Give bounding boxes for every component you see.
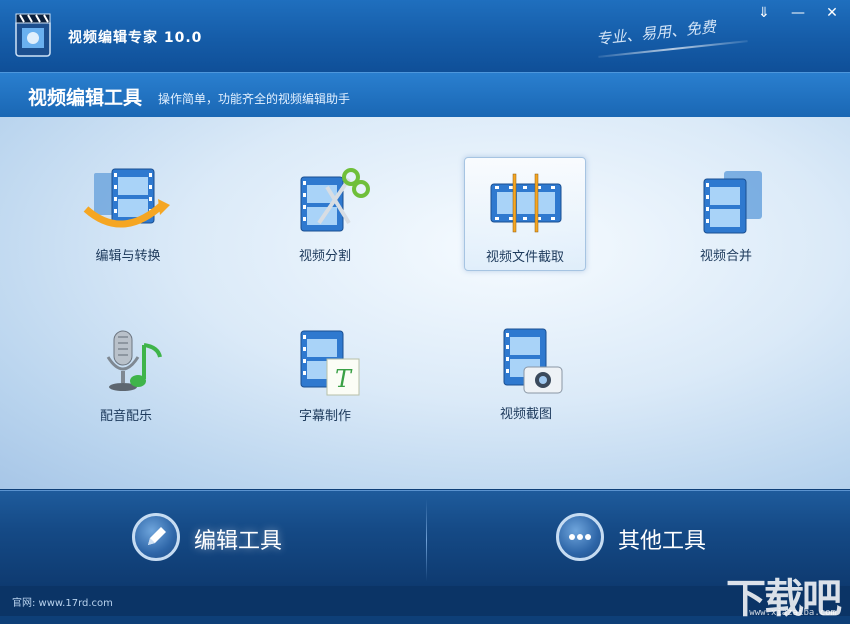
title-bar: 视频编辑专家 10.0 专业、易用、免费 ⇓ — ✕ bbox=[0, 0, 850, 72]
minimize-icon: — bbox=[791, 5, 805, 21]
website-link[interactable]: 官网: www.17rd.com bbox=[12, 594, 113, 609]
tool-label: 视频截图 bbox=[499, 407, 552, 422]
pencil-icon bbox=[132, 513, 180, 561]
tools-panel: 编辑与转换 视频分割 视频文件截取 视频合并 配音配乐 T 字幕制作 视频截图 bbox=[0, 117, 850, 489]
tool-dub-music[interactable]: 配音配乐 bbox=[66, 319, 186, 431]
edit-tools-tab[interactable]: 编辑工具 bbox=[132, 513, 302, 567]
minimize-button[interactable]: — bbox=[788, 4, 808, 22]
other-tools-tab[interactable]: 其他工具 bbox=[556, 513, 726, 567]
more-dots-icon bbox=[556, 513, 604, 561]
tool-label: 字幕制作 bbox=[298, 409, 351, 424]
tool-merge[interactable]: 视频合并 bbox=[666, 159, 786, 271]
section-description: 操作简单，功能齐全的视频编辑助手 bbox=[158, 92, 351, 106]
film-scissors-icon bbox=[300, 168, 370, 232]
film-convert-icon bbox=[83, 168, 170, 228]
other-tools-label: 其他工具 bbox=[618, 529, 707, 554]
app-logo-icon bbox=[15, 13, 51, 57]
tool-label: 视频分割 bbox=[298, 249, 351, 264]
watermark-url: www.xiazaiba.com bbox=[749, 608, 836, 618]
film-merge-icon bbox=[703, 171, 762, 234]
section-header: 视频编辑工具 操作简单，功能齐全的视频编辑助手 bbox=[0, 72, 850, 118]
film-trim-icon bbox=[490, 173, 562, 233]
dropdown-arrow-icon: ⇓ bbox=[758, 5, 770, 21]
tool-label: 视频合并 bbox=[699, 249, 752, 264]
tool-label: 视频文件截取 bbox=[485, 250, 564, 265]
section-title: 视频编辑工具 bbox=[28, 87, 143, 109]
close-button[interactable]: ✕ bbox=[822, 4, 842, 22]
bottom-divider bbox=[426, 499, 427, 581]
tool-subtitle[interactable]: T 字幕制作 bbox=[265, 319, 385, 431]
microphone-music-icon bbox=[106, 330, 162, 391]
tool-split[interactable]: 视频分割 bbox=[265, 159, 385, 271]
tool-screenshot[interactable]: 视频截图 bbox=[466, 319, 586, 431]
tool-label: 编辑与转换 bbox=[95, 249, 161, 264]
footer: 官网: www.17rd.com 下载吧 www.xiazaiba.com bbox=[0, 575, 850, 622]
menu-dropdown-button[interactable]: ⇓ bbox=[754, 4, 774, 22]
edit-tools-label: 编辑工具 bbox=[194, 529, 283, 554]
tool-label: 配音配乐 bbox=[99, 409, 152, 424]
app-title: 视频编辑专家 10.0 bbox=[68, 30, 203, 46]
slogan: 专业、易用、免费 bbox=[595, 17, 717, 49]
tool-file-trim[interactable]: 视频文件截取 bbox=[464, 157, 586, 271]
film-subtitle-icon: T bbox=[300, 330, 360, 396]
tool-edit-convert[interactable]: 编辑与转换 bbox=[68, 159, 188, 271]
close-icon: ✕ bbox=[826, 5, 838, 21]
film-camera-icon bbox=[503, 328, 563, 394]
svg-text:T: T bbox=[335, 365, 353, 393]
bottom-nav: 编辑工具 其他工具 bbox=[0, 490, 850, 587]
